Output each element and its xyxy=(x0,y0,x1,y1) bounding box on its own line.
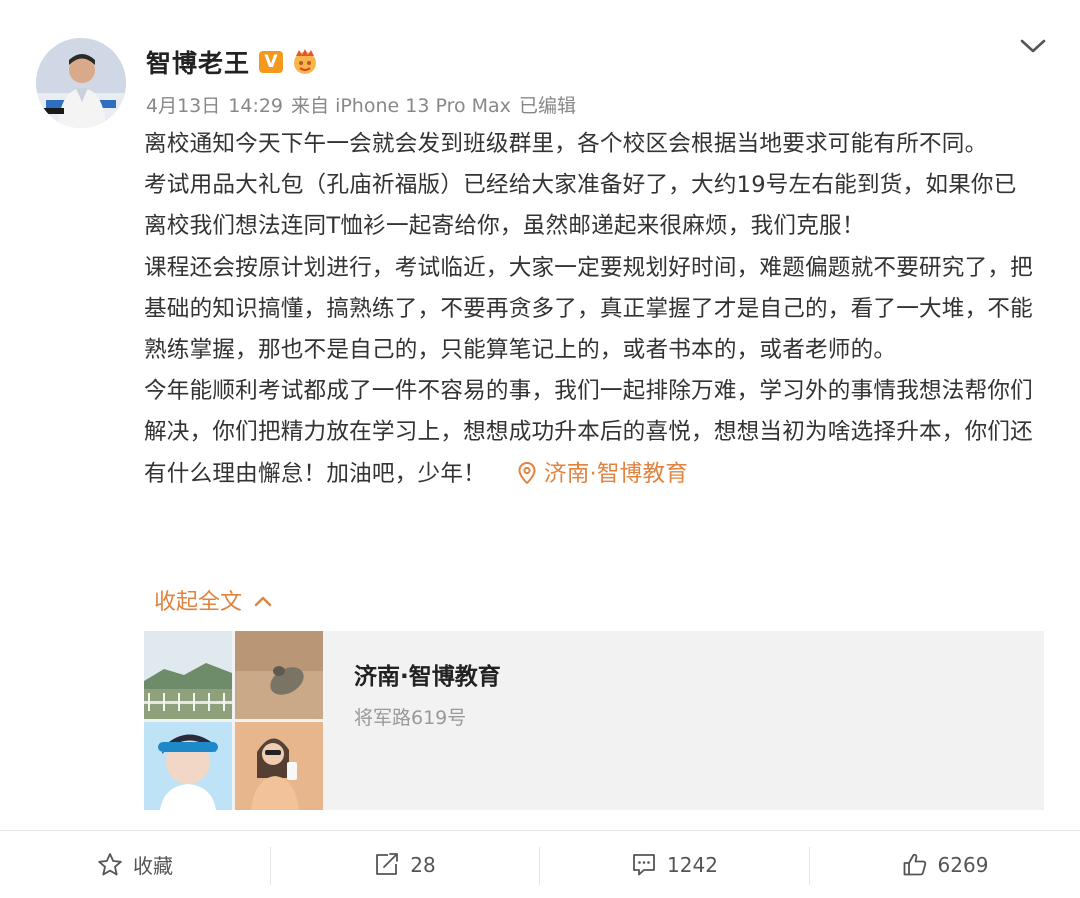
action-bar: 收藏 28 1242 6269 xyxy=(0,831,1080,898)
comment-button[interactable]: 1242 xyxy=(540,831,809,898)
post-paragraph: 离校通知今天下午一会就会发到班级群里，各个校区会根据当地要求可能有所不同。 xyxy=(144,131,988,157)
comment-count: 1242 xyxy=(667,852,718,877)
favorite-button[interactable]: 收藏 xyxy=(0,831,270,898)
post-content: 离校通知今天下午一会就会发到班级群里，各个校区会根据当地要求可能有所不同。 考试… xyxy=(144,124,1039,495)
post-date: 4月13日 xyxy=(146,95,221,117)
location-link-label: 济南·智博教育 xyxy=(543,460,689,487)
thumbs-up-icon xyxy=(903,853,926,876)
repost-count: 28 xyxy=(410,852,436,877)
collapse-button[interactable]: 收起全文 xyxy=(154,584,272,616)
comment-icon xyxy=(633,854,655,876)
location-photo xyxy=(235,722,323,810)
favorite-label: 收藏 xyxy=(133,854,173,878)
star-icon xyxy=(98,853,122,876)
chevron-down-icon[interactable] xyxy=(1019,38,1047,54)
post-time: 14:29 xyxy=(228,95,284,117)
verified-badge: V xyxy=(259,51,283,73)
crown-icon xyxy=(294,49,316,74)
post-meta: 4月13日 14:29 来自 iPhone 13 Pro Max 已编辑 xyxy=(146,91,584,118)
post-source[interactable]: 来自 iPhone 13 Pro Max xyxy=(291,95,511,117)
avatar[interactable] xyxy=(36,38,126,128)
username[interactable]: 智博老王 xyxy=(146,44,250,80)
location-card-title: 济南·智博教育 xyxy=(354,664,501,690)
location-pin-icon xyxy=(518,461,536,484)
edited-label[interactable]: 已编辑 xyxy=(519,95,576,117)
like-button[interactable]: 6269 xyxy=(810,831,1080,898)
collapse-label: 收起全文 xyxy=(154,590,243,615)
repost-button[interactable]: 28 xyxy=(271,831,539,898)
location-photo xyxy=(235,631,323,719)
location-link[interactable]: 济南·智博教育 xyxy=(518,461,688,487)
post-paragraph: 今年能顺利考试都成了一件不容易的事，我们一起排除万难，学习外的事情我想法帮你们解… xyxy=(144,371,1039,495)
location-photo xyxy=(144,631,232,719)
chevron-up-icon xyxy=(254,596,272,607)
location-card-address: 将军路619号 xyxy=(354,707,467,729)
like-count: 6269 xyxy=(937,852,989,877)
location-photo xyxy=(144,722,232,810)
repost-icon xyxy=(376,853,399,875)
post-paragraph: 课程还会按原计划进行，考试临近，大家一定要规划好时间，难题偏题就不要研究了，把基… xyxy=(144,254,1033,364)
location-card[interactable]: 济南·智博教育 将军路619号 xyxy=(144,631,1044,810)
post-paragraph: 考试用品大礼包（孔庙祈福版）已经给大家准备好了，大约19号左右能到货，如果你已离… xyxy=(144,172,1017,240)
